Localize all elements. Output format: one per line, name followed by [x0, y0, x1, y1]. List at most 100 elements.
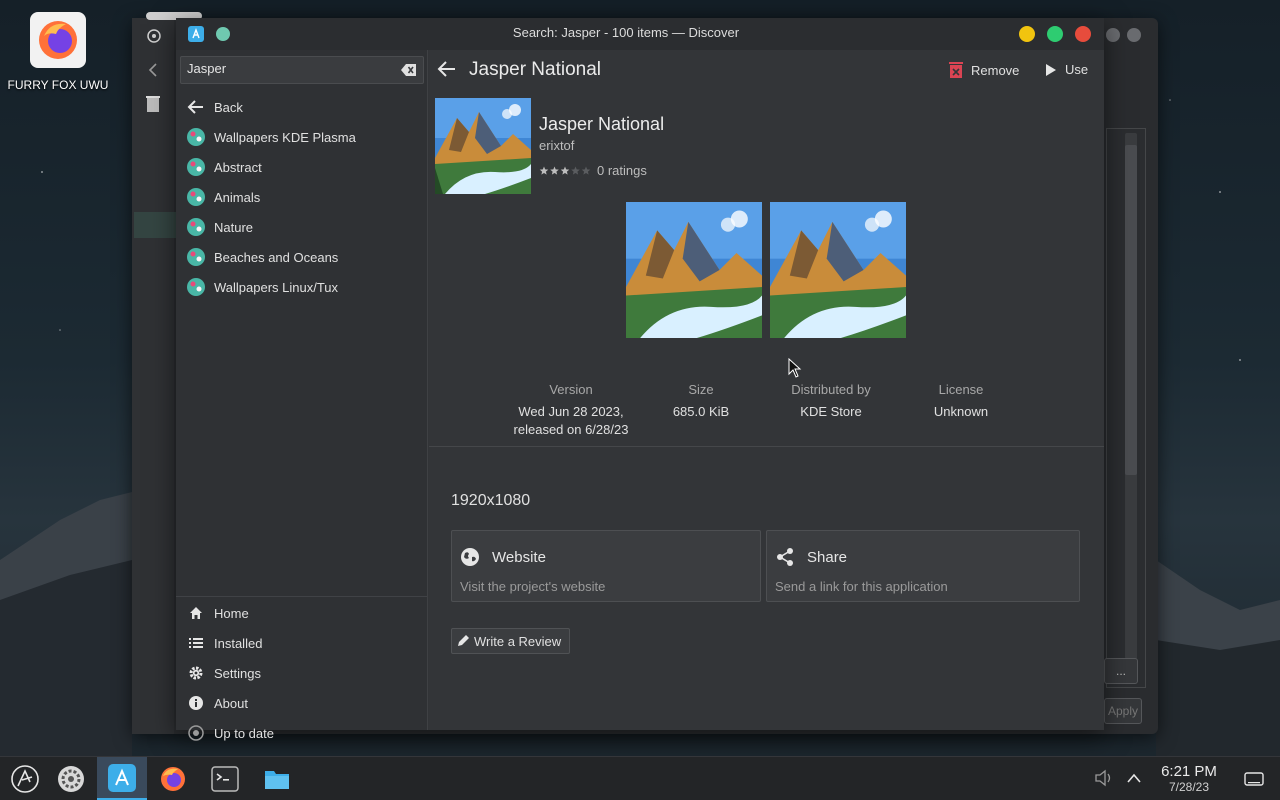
- use-button[interactable]: Use: [1045, 62, 1088, 77]
- meta-license: License Unknown: [896, 382, 1026, 421]
- settings-app-icon: [58, 766, 84, 792]
- clock-time: 6:21 PM: [1161, 763, 1217, 780]
- minimize-button[interactable]: [1019, 26, 1035, 42]
- gear-icon: [186, 663, 206, 683]
- trash-icon[interactable]: [144, 94, 162, 114]
- screenshot-2[interactable]: [770, 202, 906, 338]
- sidebar-item-label: Nature: [214, 219, 254, 235]
- rating: 0 ratings: [539, 163, 647, 178]
- category-icon: [186, 217, 206, 237]
- sidebar-item-settings[interactable]: Settings: [176, 658, 427, 688]
- sidebar-item-beaches-and-oceans[interactable]: Beaches and Oceans: [176, 242, 427, 272]
- sidebar-item-label: Up to date: [214, 725, 274, 741]
- background-window-button: [1127, 28, 1141, 42]
- sidebar-item-up-to-date[interactable]: Up to date: [176, 718, 427, 748]
- arrow-left-icon: [186, 97, 206, 117]
- background-window-scrollbar[interactable]: [1106, 128, 1146, 688]
- sidebar-item-label: Installed: [214, 635, 263, 651]
- sidebar-item-label: Animals: [214, 189, 261, 205]
- share-subtitle: Send a link for this application: [775, 579, 948, 594]
- category-icon: [186, 277, 206, 297]
- sidebar-item-installed[interactable]: Installed: [176, 628, 427, 658]
- app-name: Jasper National: [539, 114, 665, 134]
- sidebar-item-label: Beaches and Oceans: [214, 249, 339, 265]
- gear-icon[interactable]: [145, 27, 163, 45]
- write-review-label: Write a Review: [474, 633, 562, 649]
- list-icon: [186, 633, 206, 653]
- background-window-sidebar: [132, 18, 174, 734]
- category-icon: [186, 247, 206, 267]
- home-icon: [186, 603, 206, 623]
- search-field[interactable]: [180, 56, 424, 84]
- chevron-left-icon[interactable]: [146, 62, 160, 78]
- arrow-left-icon[interactable]: [437, 60, 457, 78]
- sidebar-item-label: Abstract: [214, 159, 262, 175]
- meta-label: License: [938, 382, 984, 397]
- website-title: Website: [492, 548, 546, 566]
- sidebar-item-wallpapers-kde-plasma[interactable]: Wallpapers KDE Plasma: [176, 122, 427, 152]
- category-icon: [186, 127, 206, 147]
- version-date: Wed Jun 28 2023,: [518, 404, 624, 419]
- content-area: Jasper National Remove Use Jasper Nation…: [429, 50, 1104, 730]
- app-author: erixtof: [539, 138, 575, 153]
- taskbar-terminal[interactable]: [200, 757, 250, 800]
- remove-icon: [949, 62, 963, 78]
- star-icon: [581, 166, 591, 175]
- sidebar-item-wallpapers-linux-tux[interactable]: Wallpapers Linux/Tux: [176, 272, 427, 302]
- window-title: Search: Jasper - 100 items — Discover: [512, 25, 740, 40]
- app-thumbnail: [435, 98, 531, 194]
- maximize-button[interactable]: [1047, 26, 1063, 42]
- category-icon: [186, 187, 206, 207]
- apply-button-label: Apply: [1107, 704, 1139, 718]
- meta-label: Version: [549, 382, 593, 397]
- sidebar-item-label: Wallpapers KDE Plasma: [214, 129, 356, 145]
- discover-app-icon: [108, 763, 136, 792]
- sidebar: Back Wallpapers KDE Plasma Abstract Anim…: [176, 50, 428, 741]
- terminal-icon: [211, 766, 239, 792]
- sidebar-item-about[interactable]: About: [176, 688, 427, 718]
- volume-icon[interactable]: [1094, 769, 1114, 787]
- show-desktop-icon[interactable]: [1244, 771, 1264, 787]
- app-launcher-button[interactable]: [0, 757, 50, 800]
- pencil-icon: [458, 635, 469, 646]
- taskbar-firefox[interactable]: [148, 757, 198, 800]
- meta-value: Unknown: [933, 404, 989, 419]
- globe-icon: [461, 548, 479, 566]
- scroll-thumb[interactable]: [1125, 145, 1137, 475]
- page-title: Jasper National: [469, 59, 602, 80]
- remove-button[interactable]: Remove: [949, 62, 1019, 78]
- launcher-icon: [11, 765, 39, 793]
- back-item[interactable]: Back: [176, 92, 427, 122]
- star-rating-icon: [539, 166, 591, 175]
- close-button[interactable]: [1075, 26, 1091, 42]
- star-icon: [560, 166, 570, 175]
- taskbar-file-manager[interactable]: [252, 757, 302, 800]
- desktop-icon-firefox[interactable]: FURRY FOX UWU: [6, 12, 110, 92]
- share-button[interactable]: Share Send a link for this application: [766, 530, 1080, 602]
- sidebar-item-nature[interactable]: Nature: [176, 212, 427, 242]
- meta-size: Size 685.0 KiB: [636, 382, 766, 421]
- search-input[interactable]: [187, 61, 387, 76]
- sidebar-item-home[interactable]: Home: [176, 598, 427, 628]
- screenshot-1[interactable]: [626, 202, 762, 338]
- apply-button[interactable]: Apply: [1104, 698, 1142, 724]
- sidebar-item-label: About: [214, 695, 248, 711]
- sidebar-item-abstract[interactable]: Abstract: [176, 152, 427, 182]
- taskbar-discover[interactable]: [97, 757, 147, 800]
- share-icon: [777, 548, 793, 566]
- clear-text-icon[interactable]: [401, 63, 417, 77]
- chevron-up-icon[interactable]: [1126, 771, 1142, 785]
- mouse-cursor-icon: [788, 358, 802, 378]
- clock[interactable]: 6:21 PM 7/28/23: [1150, 763, 1228, 794]
- website-button[interactable]: Website Visit the project's website: [451, 530, 761, 602]
- write-review-button[interactable]: Write a Review: [451, 628, 571, 654]
- star-icon: [550, 166, 559, 175]
- title-bar[interactable]: Search: Jasper - 100 items — Discover: [176, 18, 1104, 50]
- taskbar-system-settings[interactable]: [46, 757, 96, 800]
- sidebar-item-animals[interactable]: Animals: [176, 182, 427, 212]
- page-header: Jasper National Remove Use: [429, 50, 1104, 90]
- background-window-button[interactable]: ...: [1104, 658, 1138, 684]
- content-divider: [429, 446, 1104, 447]
- meta-label: Size: [688, 382, 714, 397]
- website-subtitle: Visit the project's website: [460, 579, 606, 594]
